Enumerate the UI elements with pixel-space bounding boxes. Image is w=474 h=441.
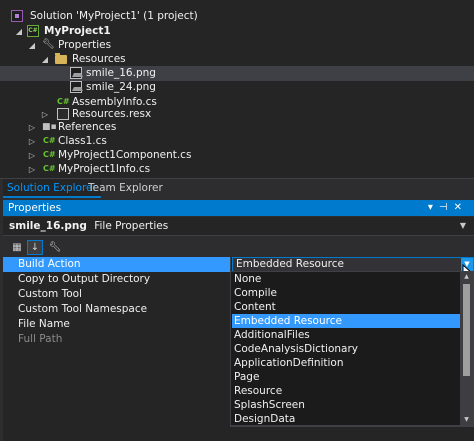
- properties-title: Properties: [8, 202, 62, 214]
- scroll-up-icon[interactable]: ▲: [460, 272, 473, 282]
- window-menu-icon[interactable]: ▾: [428, 202, 439, 213]
- object-name: smile_16.png: [9, 220, 87, 232]
- property-name: Full Path: [3, 332, 231, 347]
- properties-title-bar: Properties ▾⊣✕: [3, 200, 474, 216]
- csharp-file-icon: C#: [43, 136, 56, 145]
- tree-item-component[interactable]: ▷ C# MyProject1Component.cs: [0, 148, 474, 163]
- dropdown-option[interactable]: Resource: [232, 384, 460, 398]
- window-buttons: ▾⊣✕: [428, 200, 468, 216]
- properties-toolbar: ▦ ↓ 🔧︎: [3, 237, 474, 257]
- tree-item-info[interactable]: ▷ C# MyProject1Info.cs: [0, 162, 474, 177]
- property-name: Custom Tool: [3, 287, 231, 302]
- expand-arrow-icon[interactable]: ◢: [14, 24, 24, 39]
- scrollbar-thumb[interactable]: [463, 284, 470, 376]
- resx-file-icon: [57, 108, 69, 120]
- property-name: File Name: [3, 317, 231, 332]
- tree-item-class1[interactable]: ▷ C# Class1.cs: [0, 134, 474, 149]
- expand-arrow-icon[interactable]: ◢: [40, 52, 50, 67]
- tree-item-solution[interactable]: Solution 'MyProject1' (1 project): [0, 9, 474, 24]
- chevron-down-icon[interactable]: ▼: [460, 217, 466, 235]
- wrench-icon: 🔧︎: [42, 39, 55, 50]
- solution-explorer-tree: Solution 'MyProject1' (1 project) ◢ C# M…: [0, 0, 474, 178]
- references-icon: ■▪: [42, 122, 57, 132]
- dropdown-option-selected[interactable]: Embedded Resource: [232, 314, 460, 328]
- tree-item-smile-24[interactable]: smile_24.png: [0, 80, 474, 95]
- property-name: Build Action: [3, 257, 231, 272]
- collapse-arrow-icon[interactable]: ▷: [27, 162, 37, 177]
- dropdown-option[interactable]: Compile: [232, 286, 460, 300]
- dropdown-option[interactable]: CodeAnalysisDictionary: [232, 342, 460, 356]
- tree-item-properties[interactable]: ◢ 🔧︎ Properties: [0, 38, 474, 53]
- categorized-icon[interactable]: ▦: [9, 240, 25, 255]
- csharp-project-icon: C#: [27, 25, 39, 37]
- dropdown-option[interactable]: ApplicationDefinition: [232, 356, 460, 370]
- dropdown-resize-grip[interactable]: [230, 426, 474, 441]
- image-file-icon: [70, 81, 83, 93]
- close-icon[interactable]: ✕: [454, 202, 468, 213]
- tree-item-resources-folder[interactable]: ◢ Resources: [0, 52, 474, 67]
- object-type: File Properties: [94, 220, 169, 232]
- csharp-file-icon: C#: [43, 164, 56, 173]
- scroll-down-icon[interactable]: ▼: [460, 415, 473, 425]
- tool-window-tabs: Solution Explorer Team Explorer: [0, 178, 474, 198]
- property-name: Custom Tool Namespace: [3, 302, 231, 317]
- object-selector[interactable]: smile_16.png File Properties ▼: [3, 217, 474, 236]
- tab-team-explorer[interactable]: Team Explorer: [84, 179, 167, 198]
- property-pages-icon[interactable]: 🔧︎: [47, 240, 63, 255]
- collapse-arrow-icon[interactable]: ▷: [27, 120, 37, 135]
- alphabetical-icon[interactable]: ↓: [27, 240, 43, 255]
- solution-icon: [11, 10, 23, 22]
- build-action-dropdown: None Compile Content Embedded Resource A…: [230, 271, 474, 426]
- expand-arrow-icon[interactable]: ◢: [27, 38, 37, 53]
- image-file-icon: [70, 67, 83, 79]
- folder-icon: [55, 53, 67, 64]
- dropdown-option[interactable]: None: [232, 272, 460, 286]
- tree-item-references[interactable]: ▷ ■▪ References: [0, 120, 474, 135]
- pin-icon[interactable]: ⊣: [439, 202, 454, 213]
- collapse-arrow-icon[interactable]: ▷: [27, 134, 37, 149]
- property-row-build-action[interactable]: Build Action Embedded Resource ▼: [3, 257, 474, 272]
- tree-item-smile-16[interactable]: smile_16.png: [0, 66, 474, 81]
- dropdown-option[interactable]: Page: [232, 370, 460, 384]
- tree-item-project[interactable]: ◢ C# MyProject1: [0, 24, 474, 39]
- dropdown-option[interactable]: Content: [232, 300, 460, 314]
- build-action-combobox[interactable]: Embedded Resource ▼: [232, 257, 474, 272]
- dropdown-option[interactable]: AdditionalFiles: [232, 328, 460, 342]
- dropdown-scrollbar[interactable]: ▲ ▼: [460, 272, 473, 425]
- build-action-value: Embedded Resource: [236, 258, 344, 270]
- property-name: Copy to Output Directory: [3, 272, 231, 287]
- dropdown-option[interactable]: DesignData: [232, 412, 460, 425]
- csharp-file-icon: C#: [43, 150, 56, 159]
- dropdown-option[interactable]: SplashScreen: [232, 398, 460, 412]
- collapse-arrow-icon[interactable]: ▷: [27, 148, 37, 163]
